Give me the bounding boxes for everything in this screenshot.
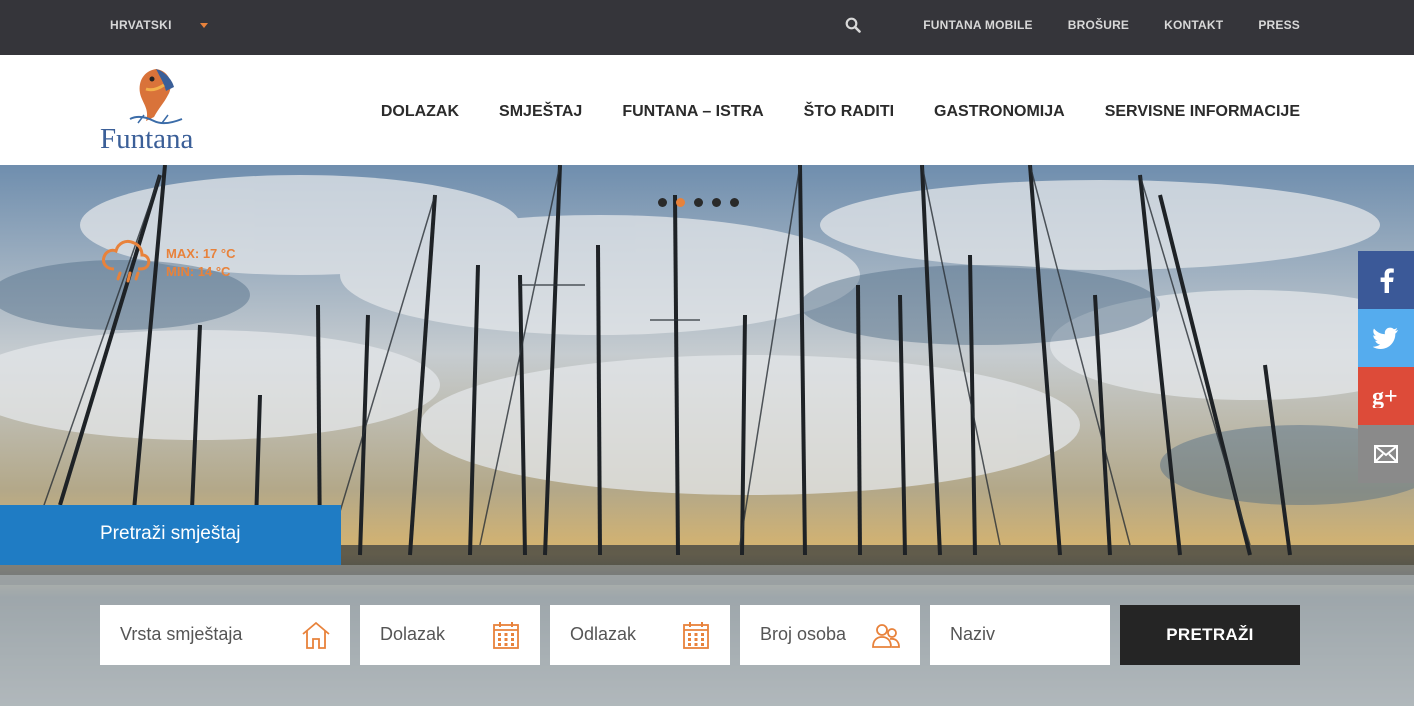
slider-dot-2[interactable] — [676, 198, 685, 207]
nav-item-smjestaj[interactable]: SMJEŠTAJ — [499, 103, 582, 121]
weather-widget: MAX: 17 °C MIN: 14 °C — [100, 235, 260, 285]
site-header: Funtana DOLAZAK SMJEŠTAJ FUNTANA – ISTRA… — [0, 55, 1414, 165]
google-plus-icon[interactable]: g+ — [1358, 367, 1414, 425]
language-label: HRVATSKI — [110, 18, 172, 32]
mail-icon[interactable] — [1358, 425, 1414, 483]
calendar-icon — [683, 622, 709, 649]
slider-dot-1[interactable] — [658, 198, 667, 207]
top-links: FUNTANA MOBILE BROŠURE KONTAKT PRESS — [923, 18, 1300, 32]
chevron-down-icon — [199, 22, 208, 28]
top-bar: HRVATSKI FUNTANA MOBILE BROŠURE KONTAKT … — [0, 0, 1414, 55]
logo-text: Funtana — [100, 123, 194, 155]
slider-dot-3[interactable] — [694, 198, 703, 207]
facebook-icon[interactable] — [1358, 251, 1414, 309]
departure-placeholder: Odlazak — [570, 624, 637, 644]
slider-dots — [658, 198, 739, 207]
search-accommodation-tab[interactable]: Pretraži smještaj — [0, 505, 341, 565]
weather-max: MAX: 17 °C — [166, 246, 236, 261]
svg-text:g+: g+ — [1372, 384, 1398, 408]
twitter-icon[interactable] — [1358, 309, 1414, 367]
top-link-press[interactable]: PRESS — [1258, 18, 1300, 32]
top-link-brochures[interactable]: BROŠURE — [1068, 18, 1129, 32]
name-placeholder: Naziv — [950, 624, 996, 644]
search-submit-button[interactable]: PRETRAŽI — [1120, 605, 1300, 665]
persons-field[interactable]: Broj osoba — [740, 605, 920, 665]
language-selector[interactable]: HRVATSKI — [110, 18, 208, 32]
top-link-mobile[interactable]: FUNTANA MOBILE — [923, 18, 1032, 32]
nav-item-gastronomija[interactable]: GASTRONOMIJA — [934, 103, 1065, 121]
accommodation-type-placeholder: Vrsta smještaja — [120, 624, 243, 644]
slider-dot-5[interactable] — [730, 198, 739, 207]
arrival-date-field[interactable]: Dolazak — [360, 605, 540, 665]
users-icon — [872, 624, 900, 648]
calendar-icon — [493, 622, 519, 649]
nav-item-dolazak[interactable]: DOLAZAK — [381, 103, 459, 121]
search-icon[interactable] — [845, 17, 863, 35]
name-field[interactable]: Naziv — [930, 605, 1110, 665]
rain-cloud-icon — [102, 239, 151, 283]
weather-min: MIN: 14 °C — [166, 264, 231, 279]
nav-item-sto-raditi[interactable]: ŠTO RADITI — [804, 103, 894, 121]
fish-logo-icon — [129, 69, 183, 125]
slider-dot-4[interactable] — [712, 198, 721, 207]
main-nav: DOLAZAK SMJEŠTAJ FUNTANA – ISTRA ŠTO RAD… — [381, 103, 1300, 121]
hero-slider: MAX: 17 °C MIN: 14 °C g+ Pretraži smješt… — [0, 165, 1414, 706]
persons-placeholder: Broj osoba — [760, 624, 847, 644]
accommodation-type-select[interactable]: Vrsta smještaja — [100, 605, 350, 665]
nav-item-servisne-informacije[interactable]: SERVISNE INFORMACIJE — [1105, 103, 1300, 121]
site-logo[interactable]: Funtana — [98, 65, 208, 157]
nav-item-funtana-istra[interactable]: FUNTANA – ISTRA — [622, 103, 763, 121]
top-link-contact[interactable]: KONTAKT — [1164, 18, 1223, 32]
home-icon — [302, 621, 330, 649]
departure-date-field[interactable]: Odlazak — [550, 605, 730, 665]
arrival-placeholder: Dolazak — [380, 624, 446, 644]
social-bar: g+ — [1358, 251, 1414, 483]
